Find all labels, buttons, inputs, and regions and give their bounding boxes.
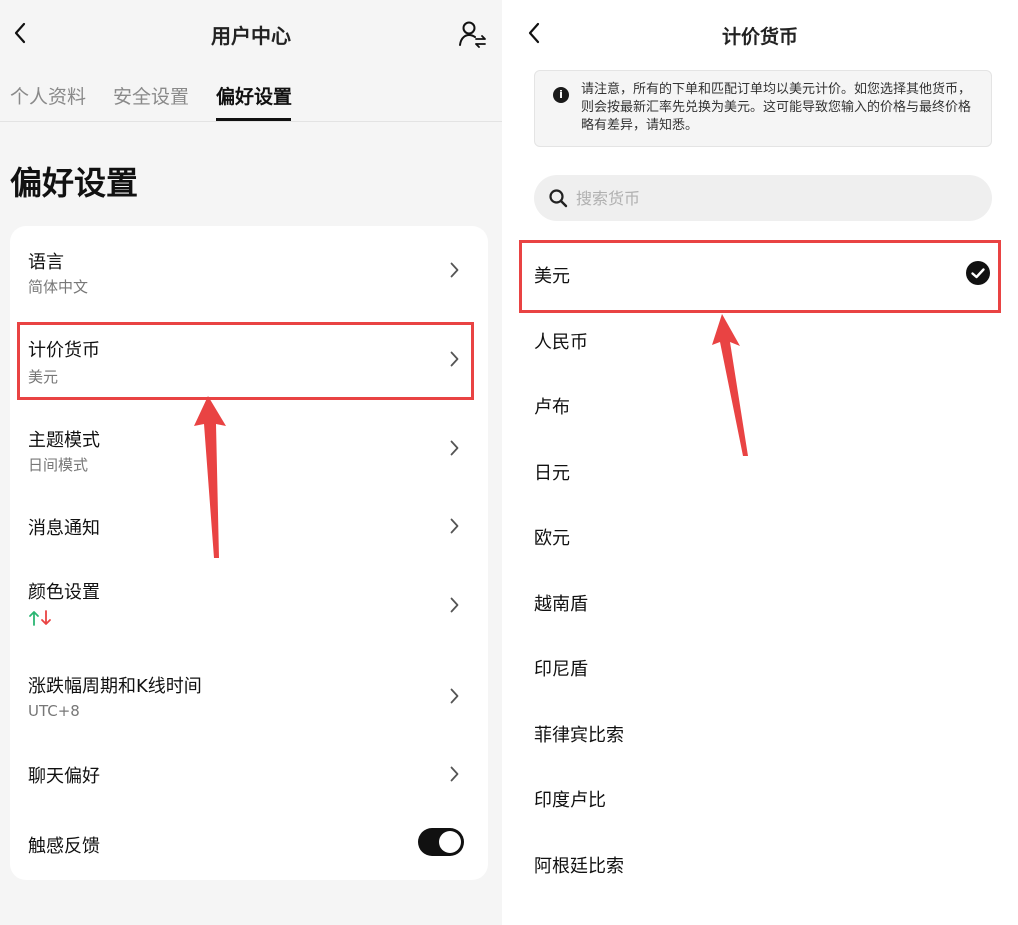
setting-haptic-feedback: 触感反馈 — [10, 818, 488, 868]
setting-value: 日间模式 — [28, 456, 89, 474]
chevron-right-icon — [450, 440, 459, 456]
notice-box: i 请注意，所有的下单和匹配订单均以美元计价。如您选择其他货币，则会按最新汇率先… — [534, 70, 992, 147]
setting-notifications[interactable]: 消息通知 — [10, 502, 488, 552]
currency-search — [534, 175, 992, 221]
setting-label: 消息通知 — [28, 518, 100, 539]
currency-item-eur[interactable]: 欧元 — [534, 524, 984, 550]
tab-preferences[interactable]: 偏好设置 — [216, 82, 292, 109]
user-center-panel: 用户中心 个人资料 安全设置 偏好设置 偏好设置 语言 简体中文 计价货币 美元… — [0, 0, 502, 925]
tab-bar: 个人资料 安全设置 偏好设置 — [0, 72, 502, 122]
highlight-box — [519, 240, 1001, 313]
chevron-right-icon — [450, 688, 459, 704]
haptic-toggle[interactable] — [418, 828, 464, 856]
toggle-knob — [439, 831, 461, 853]
setting-label: 颜色设置 — [28, 582, 100, 603]
currency-item-idr[interactable]: 印尼盾 — [534, 655, 984, 681]
header-title: 计价货币 — [721, 26, 798, 48]
setting-value: UTC+8 — [28, 702, 80, 720]
setting-label: 语言 — [28, 252, 64, 273]
pricing-currency-panel: 计价货币 i 请注意，所有的下单和匹配订单均以美元计价。如您选择其他货币，则会按… — [502, 0, 1018, 925]
user-switch-icon[interactable] — [458, 20, 488, 48]
chevron-right-icon — [450, 518, 459, 534]
tab-security[interactable]: 安全设置 — [113, 82, 189, 109]
tab-profile[interactable]: 个人资料 — [10, 82, 86, 109]
chevron-right-icon — [450, 262, 459, 278]
active-tab-indicator — [216, 118, 291, 121]
setting-language[interactable]: 语言 简体中文 — [10, 240, 488, 310]
search-icon — [549, 189, 568, 208]
setting-label: 触感反馈 — [28, 836, 100, 857]
setting-kline-period[interactable]: 涨跌幅周期和K线时间 UTC+8 — [10, 662, 488, 732]
currency-item-rub[interactable]: 卢布 — [534, 393, 984, 419]
page-title: 偏好设置 — [10, 164, 139, 202]
currency-item-jpy[interactable]: 日元 — [534, 459, 984, 485]
currency-item-inr[interactable]: 印度卢比 — [534, 786, 984, 812]
setting-chat-preferences[interactable]: 聊天偏好 — [10, 750, 488, 800]
setting-label: 聊天偏好 — [28, 766, 100, 787]
chevron-right-icon — [450, 597, 459, 613]
header-title: 用户中心 — [211, 24, 291, 48]
currency-item-ars[interactable]: 阿根廷比索 — [534, 852, 984, 878]
setting-value: 简体中文 — [28, 278, 89, 296]
setting-label: 涨跌幅周期和K线时间 — [28, 676, 202, 697]
setting-color[interactable]: 颜色设置 — [10, 570, 488, 640]
setting-label: 主题模式 — [28, 430, 100, 451]
top-bar: 用户中心 — [0, 0, 502, 68]
currency-item-cny[interactable]: 人民币 — [534, 328, 984, 354]
info-icon: i — [553, 87, 569, 103]
annotation-arrow — [712, 314, 748, 456]
highlight-box — [17, 322, 474, 400]
chevron-right-icon — [450, 766, 459, 782]
setting-theme-mode[interactable]: 主题模式 日间模式 — [10, 418, 488, 488]
annotation-arrow — [194, 396, 226, 558]
currency-item-php[interactable]: 菲律宾比索 — [534, 721, 984, 747]
search-input[interactable] — [576, 183, 976, 213]
notice-text: 请注意，所有的下单和匹配订单均以美元计价。如您选择其他货币，则会按最新汇率先兑换… — [581, 82, 972, 133]
currency-item-vnd[interactable]: 越南盾 — [534, 590, 984, 616]
up-down-arrows-icon — [29, 610, 51, 626]
